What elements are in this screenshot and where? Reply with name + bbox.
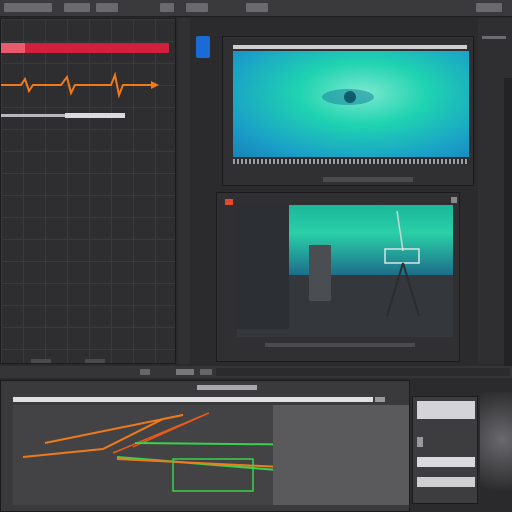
viewer-bottom-transport[interactable]: [265, 343, 415, 347]
curve-editor-header: [197, 385, 257, 390]
viewer-top-transport[interactable]: [323, 177, 413, 182]
menu-item-file[interactable]: [4, 3, 52, 12]
track-color-chip: [1, 43, 25, 53]
inspector-thumb-1[interactable]: [417, 401, 475, 419]
splitter[interactable]: [178, 18, 190, 364]
inspector-thumb-3[interactable]: [417, 477, 475, 487]
viewer-top-panel: [222, 36, 474, 186]
filmstrip-top[interactable]: [233, 159, 469, 164]
timeline-panel: [0, 18, 176, 364]
menu-bar: [0, 0, 512, 17]
ruler-end-handle[interactable]: [375, 397, 385, 402]
menu-item-render[interactable]: [246, 3, 268, 12]
status-btn-2[interactable]: [176, 369, 194, 375]
waveform-track[interactable]: [1, 67, 177, 103]
right-dock-scrollbar[interactable]: [504, 78, 512, 378]
zoom-in-button[interactable]: [85, 359, 105, 363]
viewer-bottom-panel: [216, 192, 460, 362]
tower-silhouette: [309, 245, 331, 301]
status-btn-1[interactable]: [140, 369, 150, 375]
crane-rig-icon: [384, 211, 420, 317]
right-dock: [478, 18, 512, 378]
video-frame-bottom[interactable]: [237, 205, 453, 337]
close-icon[interactable]: [451, 197, 457, 203]
inspector-panel: [412, 396, 478, 504]
status-track: [216, 368, 510, 376]
menu-item-window[interactable]: [160, 3, 174, 12]
video-frame-top[interactable]: [233, 51, 469, 157]
status-strip: [0, 366, 512, 378]
menu-item-tools[interactable]: [186, 3, 208, 12]
curve-canvas-overflow: [273, 405, 409, 505]
right-dock-item-1[interactable]: [482, 36, 506, 39]
menu-item-help[interactable]: [476, 3, 502, 12]
blue-app-icon[interactable]: [196, 36, 210, 58]
eye-shape-icon: [322, 89, 374, 105]
record-indicator-icon: [225, 199, 233, 205]
building-silhouette: [237, 205, 289, 329]
menu-item-view[interactable]: [96, 3, 118, 12]
viewer-top-header: [233, 45, 467, 49]
curve-canvas[interactable]: [13, 405, 341, 505]
status-btn-3[interactable]: [200, 369, 212, 375]
track-header-bar[interactable]: [3, 43, 169, 53]
preview-corner: [480, 392, 512, 512]
inspector-row-icon[interactable]: [417, 437, 423, 447]
selection-range[interactable]: [65, 113, 125, 118]
menu-item-edit[interactable]: [64, 3, 90, 12]
zoom-out-button[interactable]: [31, 359, 51, 363]
curve-editor-ruler[interactable]: [13, 397, 373, 402]
inspector-thumb-2[interactable]: [417, 457, 475, 467]
curve-editor-panel: [0, 380, 410, 512]
